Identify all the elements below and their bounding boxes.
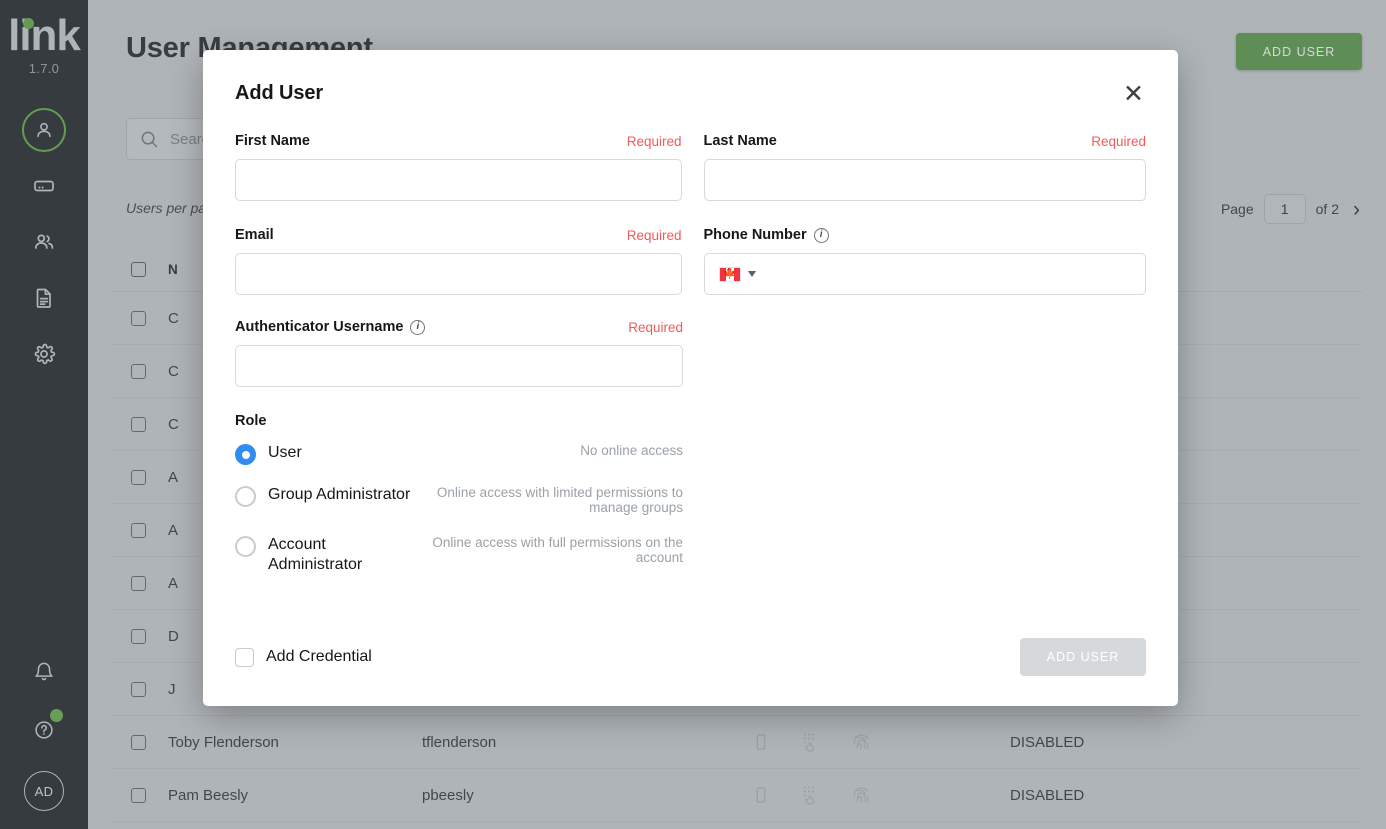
last-name-field[interactable] bbox=[703, 159, 1146, 201]
authenticator-username-required: Required bbox=[628, 319, 683, 335]
info-icon[interactable]: i bbox=[813, 227, 829, 243]
role-options: User No online access Group Administrator O… bbox=[235, 443, 683, 575]
first-name-label: First Name bbox=[235, 133, 310, 149]
role-option-description: No online access bbox=[580, 443, 683, 458]
role-group: Role User No online access Group Administr… bbox=[235, 413, 683, 575]
modal-submit-button[interactable]: ADD USER bbox=[1020, 638, 1146, 676]
role-option[interactable]: User No online access bbox=[235, 443, 683, 465]
role-radio[interactable] bbox=[235, 536, 256, 557]
modal-footer: Add Credential ADD USER bbox=[235, 638, 1146, 676]
email-label: Email bbox=[235, 227, 274, 243]
add-credential-checkbox[interactable] bbox=[235, 647, 254, 667]
phone-group: Phone Number i 🍁 bbox=[703, 227, 1146, 295]
role-label: Role bbox=[235, 413, 267, 429]
email-field[interactable] bbox=[235, 253, 682, 295]
phone-field[interactable]: 🍁 bbox=[703, 253, 1146, 295]
authenticator-username-field[interactable] bbox=[235, 345, 683, 387]
add-user-modal: Add User ✕ First Name Required Last Name… bbox=[203, 50, 1178, 706]
name-fields-row: First Name Required Last Name Required bbox=[235, 133, 1146, 201]
last-name-label: Last Name bbox=[703, 133, 777, 149]
role-option-label: Group Administrator bbox=[268, 486, 411, 503]
close-icon[interactable]: ✕ bbox=[1121, 82, 1146, 107]
role-option-description: Online access with limited permissions t… bbox=[436, 485, 683, 515]
chevron-down-icon[interactable] bbox=[747, 271, 756, 277]
role-option[interactable]: Account Administrator Online access with … bbox=[235, 535, 683, 575]
role-option[interactable]: Group Administrator Online access with li… bbox=[235, 485, 683, 515]
role-option-description: Online access with full permissions on t… bbox=[432, 535, 683, 565]
authenticator-username-group: Authenticator Username i Required bbox=[235, 319, 683, 387]
modal-header: Add User ✕ bbox=[235, 82, 1146, 107]
email-group: Email Required bbox=[235, 227, 682, 295]
add-credential-group[interactable]: Add Credential bbox=[235, 647, 372, 667]
first-name-group: First Name Required bbox=[235, 133, 682, 201]
authenticator-username-label: Authenticator Username i bbox=[235, 319, 426, 335]
role-option-label: User bbox=[268, 444, 302, 461]
role-radio[interactable] bbox=[235, 444, 256, 465]
app-root: link 1.7.0 AD User Management ADD USER S… bbox=[0, 0, 1386, 829]
role-option-label: Account Administrator bbox=[268, 536, 363, 573]
add-credential-label: Add Credential bbox=[266, 648, 372, 665]
first-name-field[interactable] bbox=[235, 159, 682, 201]
phone-label: Phone Number i bbox=[704, 227, 829, 243]
country-flag-icon: 🍁 bbox=[718, 266, 741, 282]
role-radio[interactable] bbox=[235, 486, 256, 507]
modal-title: Add User bbox=[235, 82, 324, 104]
info-icon[interactable]: i bbox=[410, 319, 426, 335]
email-required: Required bbox=[626, 227, 682, 243]
last-name-required: Required bbox=[1091, 133, 1146, 149]
first-name-required: Required bbox=[626, 133, 682, 149]
contact-fields-row: Email Required Phone Number i 🍁 bbox=[235, 227, 1146, 295]
last-name-group: Last Name Required bbox=[703, 133, 1146, 201]
